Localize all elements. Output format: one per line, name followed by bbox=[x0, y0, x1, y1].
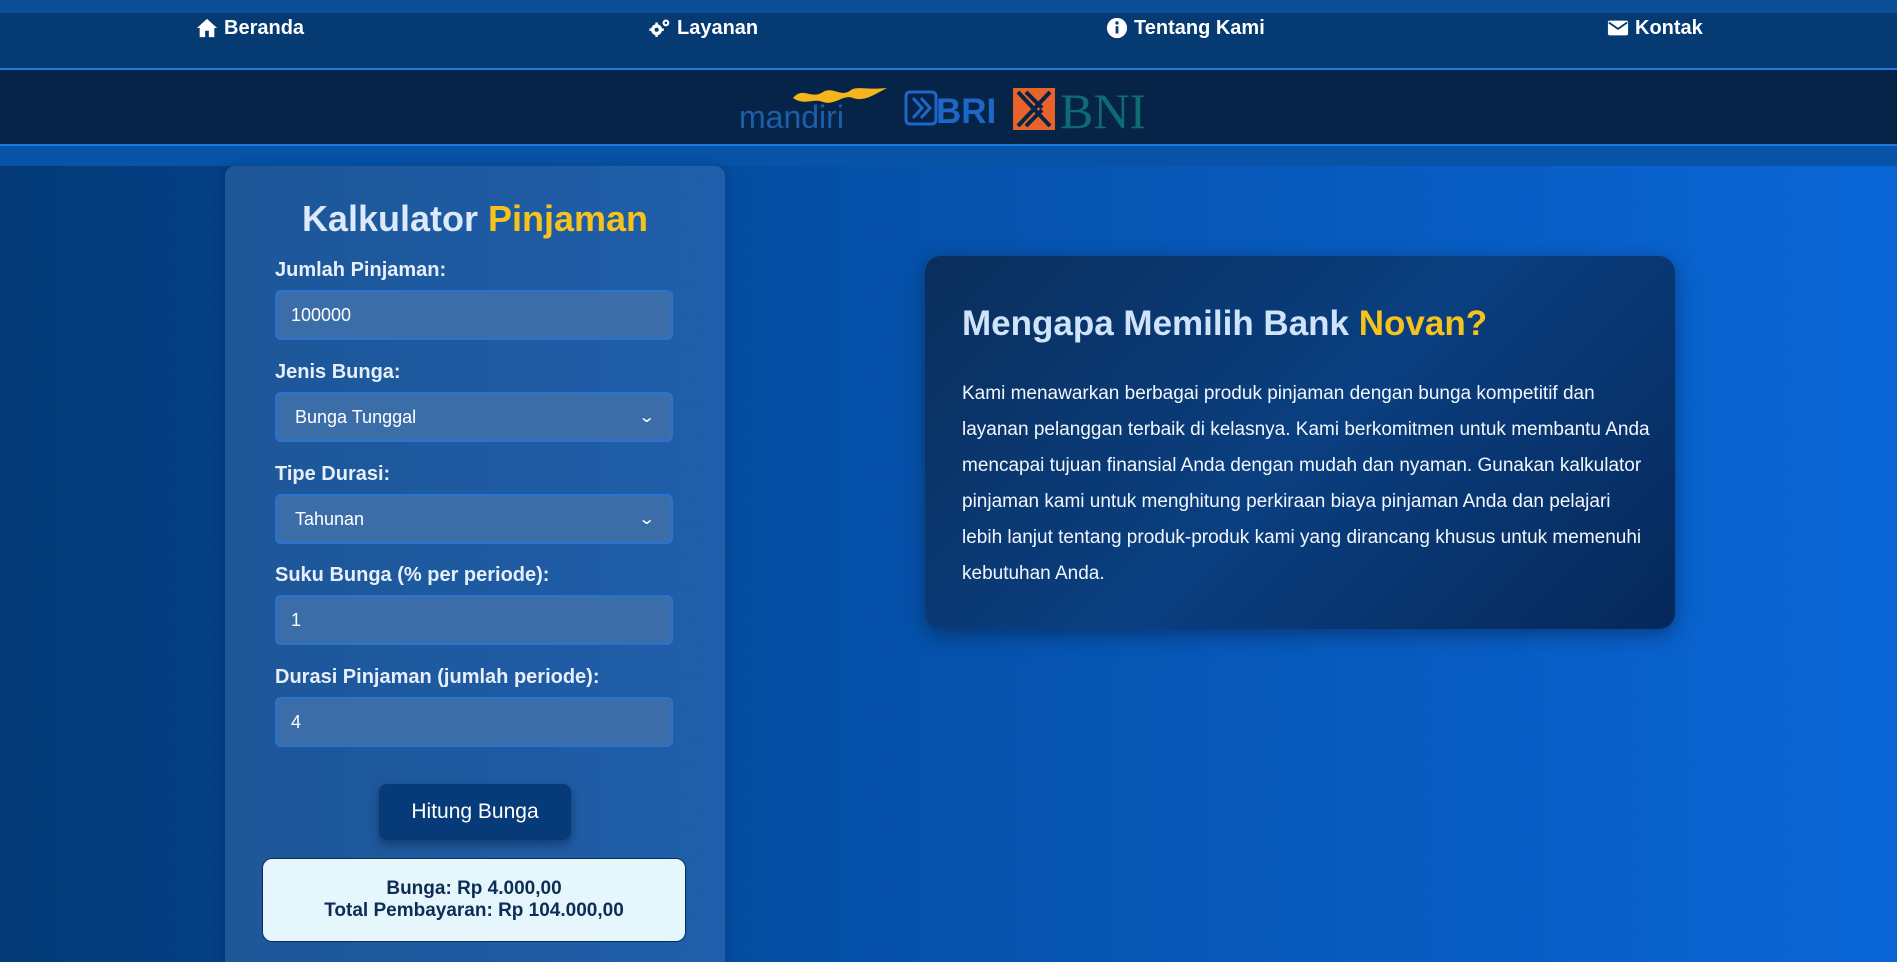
bni-logo: BNI bbox=[1013, 86, 1146, 132]
header-divider-strip bbox=[0, 146, 1897, 166]
calculator-title: Kalkulator Pinjaman bbox=[225, 198, 725, 240]
bri-logo: BRI bbox=[904, 90, 996, 128]
bri-logo-text: BRI bbox=[936, 92, 996, 128]
result-total: Total Pembayaran: Rp 104.000,00 bbox=[324, 900, 624, 921]
interest-type-value: Bunga Tunggal bbox=[295, 406, 417, 427]
envelope-icon bbox=[1607, 20, 1629, 36]
chevron-down-icon: ⌄ bbox=[637, 511, 656, 528]
info-title-highlight: Novan? bbox=[1358, 304, 1488, 343]
amount-input[interactable]: 100000 bbox=[275, 290, 673, 340]
result-box: Bunga: Rp 4.000,00 Total Pembayaran: Rp … bbox=[262, 858, 686, 942]
amount-label: Jumlah Pinjaman: bbox=[275, 259, 447, 281]
duration-type-label: Tipe Durasi: bbox=[275, 463, 391, 485]
duration-input[interactable]: 4 bbox=[275, 697, 673, 747]
info-title-main: Mengapa Memilih Bank bbox=[962, 304, 1350, 343]
interest-type-label: Jenis Bunga: bbox=[275, 361, 401, 383]
duration-label: Durasi Pinjaman (jumlah periode): bbox=[275, 666, 600, 688]
nav-item-label: Tentang Kami bbox=[1134, 16, 1265, 39]
duration-type-select[interactable]: Tahunan ⌄ bbox=[275, 494, 673, 544]
duration-input-value: 4 bbox=[291, 711, 302, 732]
result-interest: Bunga: Rp 4.000,00 bbox=[386, 878, 562, 899]
rate-label: Suku Bunga (% per periode): bbox=[275, 564, 550, 586]
nav-item-tentang-kami[interactable]: Tentang Kami bbox=[1106, 13, 1265, 43]
nav-item-beranda[interactable]: Beranda bbox=[196, 13, 304, 43]
rate-input-value: 1 bbox=[291, 609, 302, 630]
nav-item-label: Layanan bbox=[677, 16, 759, 39]
rate-input[interactable]: 1 bbox=[275, 595, 673, 645]
why-choose-us-card: Mengapa Memilih Bank Novan? Kami menawar… bbox=[925, 256, 1675, 629]
gears-icon bbox=[649, 19, 670, 37]
bni-logo-text: BNI bbox=[1060, 86, 1146, 132]
amount-input-value: 100000 bbox=[291, 304, 352, 325]
nav-item-label: Kontak bbox=[1635, 16, 1703, 39]
info-title: Mengapa Memilih Bank Novan? bbox=[962, 304, 1487, 344]
home-icon bbox=[196, 18, 218, 38]
nav-item-label: Beranda bbox=[224, 16, 305, 39]
calculator-title-main: Kalkulator bbox=[301, 198, 478, 239]
calculator-title-highlight: Pinjaman bbox=[488, 198, 649, 239]
interest-type-select[interactable]: Bunga Tunggal ⌄ bbox=[275, 392, 673, 442]
nav-item-kontak[interactable]: Kontak bbox=[1607, 13, 1703, 43]
mandiri-logo-text: mandiri bbox=[739, 99, 844, 134]
info-body-text: Kami menawarkan berbagai produk pinjaman… bbox=[962, 383, 1650, 584]
info-icon bbox=[1106, 17, 1128, 39]
nav-item-layanan[interactable]: Layanan bbox=[649, 13, 758, 43]
loan-calculator-card: Kalkulator Pinjaman Jumlah Pinjaman: 100… bbox=[225, 166, 725, 962]
calculate-interest-button[interactable]: Hitung Bunga bbox=[379, 784, 571, 840]
mandiri-logo: mandiri bbox=[739, 88, 887, 134]
duration-type-value: Tahunan bbox=[295, 508, 365, 529]
chevron-down-icon: ⌄ bbox=[637, 409, 656, 426]
